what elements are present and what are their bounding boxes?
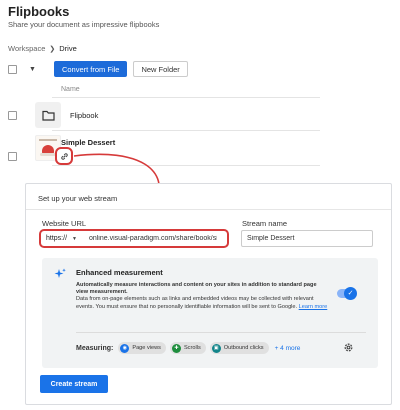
list-item-title[interactable]: Flipbook	[70, 111, 98, 120]
sparkle-icon	[54, 268, 66, 278]
enhanced-measurement-card: Enhanced measurement Automatically measu…	[42, 258, 378, 368]
chip-page-views: ◉ Page views	[118, 342, 166, 354]
chevron-right-icon: ❯	[49, 45, 56, 53]
stream-name-label: Stream name	[242, 219, 288, 228]
breadcrumb-workspace[interactable]: Workspace	[8, 44, 45, 53]
page-subtitle: Share your document as impressive flipbo…	[8, 20, 160, 29]
chip-label: Page views	[132, 345, 161, 351]
website-url-input[interactable]	[88, 235, 217, 242]
caret-down-icon: ▼	[72, 235, 77, 242]
page-title: Flipbooks	[8, 4, 70, 19]
chip-label: Scrolls	[183, 345, 201, 351]
row-checkbox[interactable]	[8, 152, 17, 161]
share-link-button[interactable]	[55, 147, 73, 165]
protocol-select[interactable]: https:// ▼	[46, 235, 77, 242]
enhanced-measurement-title: Enhanced measurement	[76, 268, 163, 277]
chip-label: Outbound clicks	[223, 345, 264, 351]
crosshair-icon: ✚	[171, 343, 181, 353]
select-all-checkbox[interactable]	[8, 64, 17, 74]
panel-divider	[26, 209, 391, 210]
lock-icon: ▣	[211, 343, 221, 353]
chip-outbound-clicks: ▣ Outbound clicks	[209, 342, 269, 354]
row-divider	[52, 165, 320, 166]
stream-name-input[interactable]	[241, 230, 373, 247]
create-stream-button[interactable]: Create stream	[40, 375, 108, 393]
more-measurements-link[interactable]: + 4 more	[275, 345, 301, 352]
row-checkbox[interactable]	[8, 110, 17, 120]
new-folder-button[interactable]: New Folder	[133, 61, 188, 77]
list-item-flipbook[interactable]: Flipbook	[8, 102, 98, 128]
protocol-value: https://	[46, 235, 68, 242]
learn-more-link[interactable]: Learn more	[299, 304, 328, 310]
folder-thumbnail[interactable]	[35, 102, 61, 128]
card-divider	[76, 332, 366, 333]
plate-image	[40, 152, 56, 156]
chevron-down-icon[interactable]: ▼	[29, 66, 36, 73]
chip-scrolls: ✚ Scrolls	[169, 342, 206, 354]
list-item-simple-dessert[interactable]	[8, 134, 61, 161]
breadcrumb-drive[interactable]: Drive	[59, 44, 77, 53]
list-item-title[interactable]: Simple Dessert	[61, 138, 115, 147]
gear-icon[interactable]	[343, 342, 354, 353]
description-bold: Automatically measure interactions and c…	[76, 282, 317, 296]
enhanced-measurement-description: Automatically measure interactions and c…	[76, 282, 328, 311]
eye-icon: ◉	[120, 343, 130, 353]
measuring-label: Measuring:	[76, 344, 114, 352]
enhanced-measurement-toggle[interactable]: ✓	[337, 287, 357, 300]
column-header-name[interactable]: Name	[61, 86, 80, 93]
panel-header: Set up your web stream	[38, 194, 118, 203]
web-stream-panel: Set up your web stream Website URL Strea…	[25, 183, 392, 405]
website-url-field: https:// ▼	[39, 229, 229, 248]
toolbar: ▼ Convert from File New Folder	[8, 60, 188, 78]
convert-from-file-button[interactable]: Convert from File	[53, 61, 128, 77]
measuring-row: Measuring: ◉ Page views ✚ Scrolls ▣ Outb…	[76, 342, 300, 354]
breadcrumb: Workspace ❯ Drive	[8, 44, 77, 53]
link-icon	[60, 152, 68, 160]
description-text: Data from on-page elements such as links…	[76, 296, 314, 310]
website-url-label: Website URL	[42, 219, 87, 228]
thumbnail-text-line	[39, 138, 57, 141]
row-divider	[52, 97, 320, 98]
row-divider	[52, 130, 320, 131]
folder-icon	[41, 110, 55, 121]
check-icon: ✓	[344, 287, 357, 300]
